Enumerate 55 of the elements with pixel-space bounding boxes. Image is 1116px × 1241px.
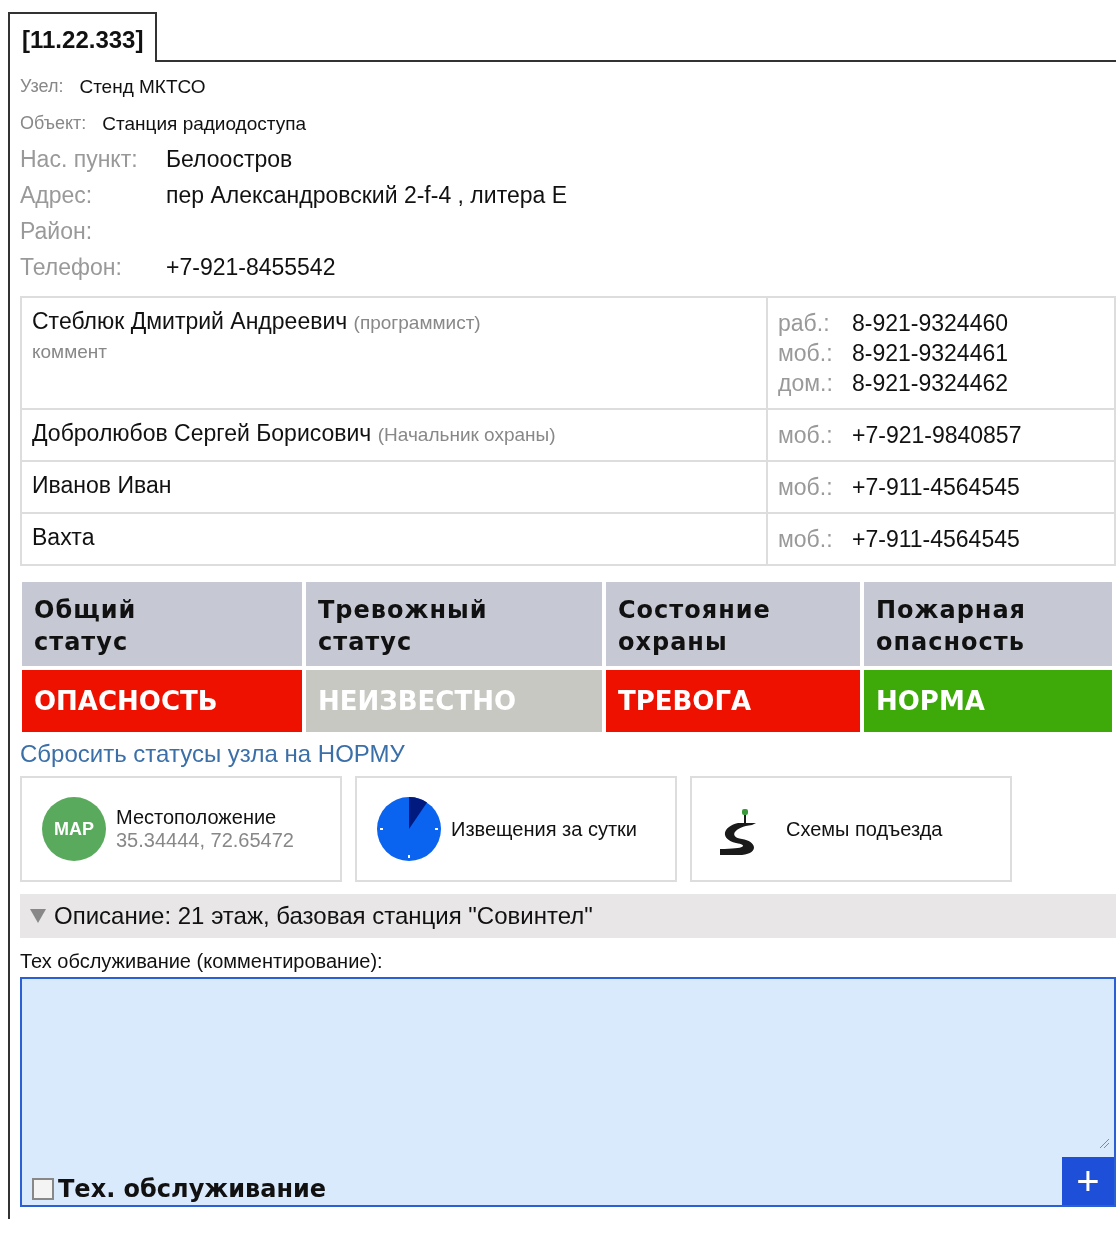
status-value: НОРМА [864, 670, 1112, 732]
action-card[interactable]: Схемы подъезда [690, 776, 1012, 882]
card-title: Извещения за сутки [451, 817, 638, 841]
phone-number: +7-911-4564545 [852, 473, 1020, 502]
field-label: Адрес: [20, 182, 94, 210]
contact-name: Добролюбов Сергей Борисович (Начальник охраны) [32, 420, 557, 447]
phone-number: +7-921-9840857 [852, 421, 1022, 450]
card-subtitle: 35.34444, 72.65472 [116, 829, 295, 852]
status-header: Пожарная опасность [864, 582, 1112, 666]
field-value: Станция радиодоступа [102, 112, 307, 135]
field-label: Телефон: [20, 254, 123, 282]
card-title: Схемы подъезда [786, 817, 944, 841]
add-button[interactable]: + [1062, 1157, 1114, 1205]
field-value: +7-921-8455542 [166, 254, 337, 282]
clock-icon [377, 797, 441, 861]
field-label: Район: [20, 218, 94, 246]
phone-type: раб.: [778, 309, 831, 338]
status-value: НЕИЗВЕСТНО [306, 670, 602, 732]
status-header: Общий статус [22, 582, 302, 666]
description-bar[interactable]: Описание: 21 этаж, базовая станция "Совинтел" [20, 894, 1116, 938]
phone-type: моб.: [778, 339, 834, 368]
phone-number: 8-921-9324460 [852, 309, 1009, 338]
phone-number: +7-911-4564545 [852, 525, 1020, 554]
field-label: Объект: [20, 113, 87, 134]
tab[interactable]: [11.22.333] [8, 12, 158, 62]
phone-number: 8-921-9324461 [852, 339, 1009, 368]
phone-type: моб.: [778, 473, 834, 502]
field-label: Узел: [20, 76, 64, 97]
map-badge-icon: MAP [42, 797, 106, 861]
contact-name: Вахта [32, 524, 96, 551]
phone-number: 8-921-9324462 [852, 369, 1009, 398]
status-header: Состояние охраны [606, 582, 860, 666]
action-card[interactable]: MAP Местоположение 35.34444, 72.65472 [20, 776, 342, 882]
reset-link[interactable]: Сбросить статусы узла на НОРМУ [20, 740, 405, 768]
field-value: Стенд МКТСО [79, 75, 206, 98]
phone-type: дом.: [778, 369, 834, 398]
contact-name: Стеблюк Дмитрий Андреевич (программист) [32, 308, 482, 335]
status-value: ТРЕВОГА [606, 670, 860, 732]
field-value: Белоостров [166, 146, 294, 174]
field-value: пер Александровский 2-f-4 , литера Е [166, 182, 569, 210]
comment-field[interactable]: Тех. обслуживание + [20, 977, 1116, 1207]
card-title: Местоположение [116, 806, 278, 829]
description-text: Описание: 21 этаж, базовая станция "Совинтел" [54, 902, 593, 930]
checkbox[interactable] [32, 1178, 54, 1200]
field-label: Нас. пункт: [20, 146, 139, 174]
contact-name: Иванов Иван [32, 472, 173, 499]
contact-comment: коммент [32, 341, 108, 363]
status-value: ОПАСНОСТЬ [22, 670, 302, 732]
status-header: Тревожный статус [306, 582, 602, 666]
phone-type: моб.: [778, 421, 834, 450]
phone-type: моб.: [778, 525, 834, 554]
action-card[interactable]: Извещения за сутки [355, 776, 677, 882]
maintenance-label: Тех обслуживание (комментирование): [20, 950, 384, 973]
checkbox-label: Тех. обслуживание [58, 1175, 327, 1203]
resize-grip-icon [1098, 1137, 1110, 1149]
